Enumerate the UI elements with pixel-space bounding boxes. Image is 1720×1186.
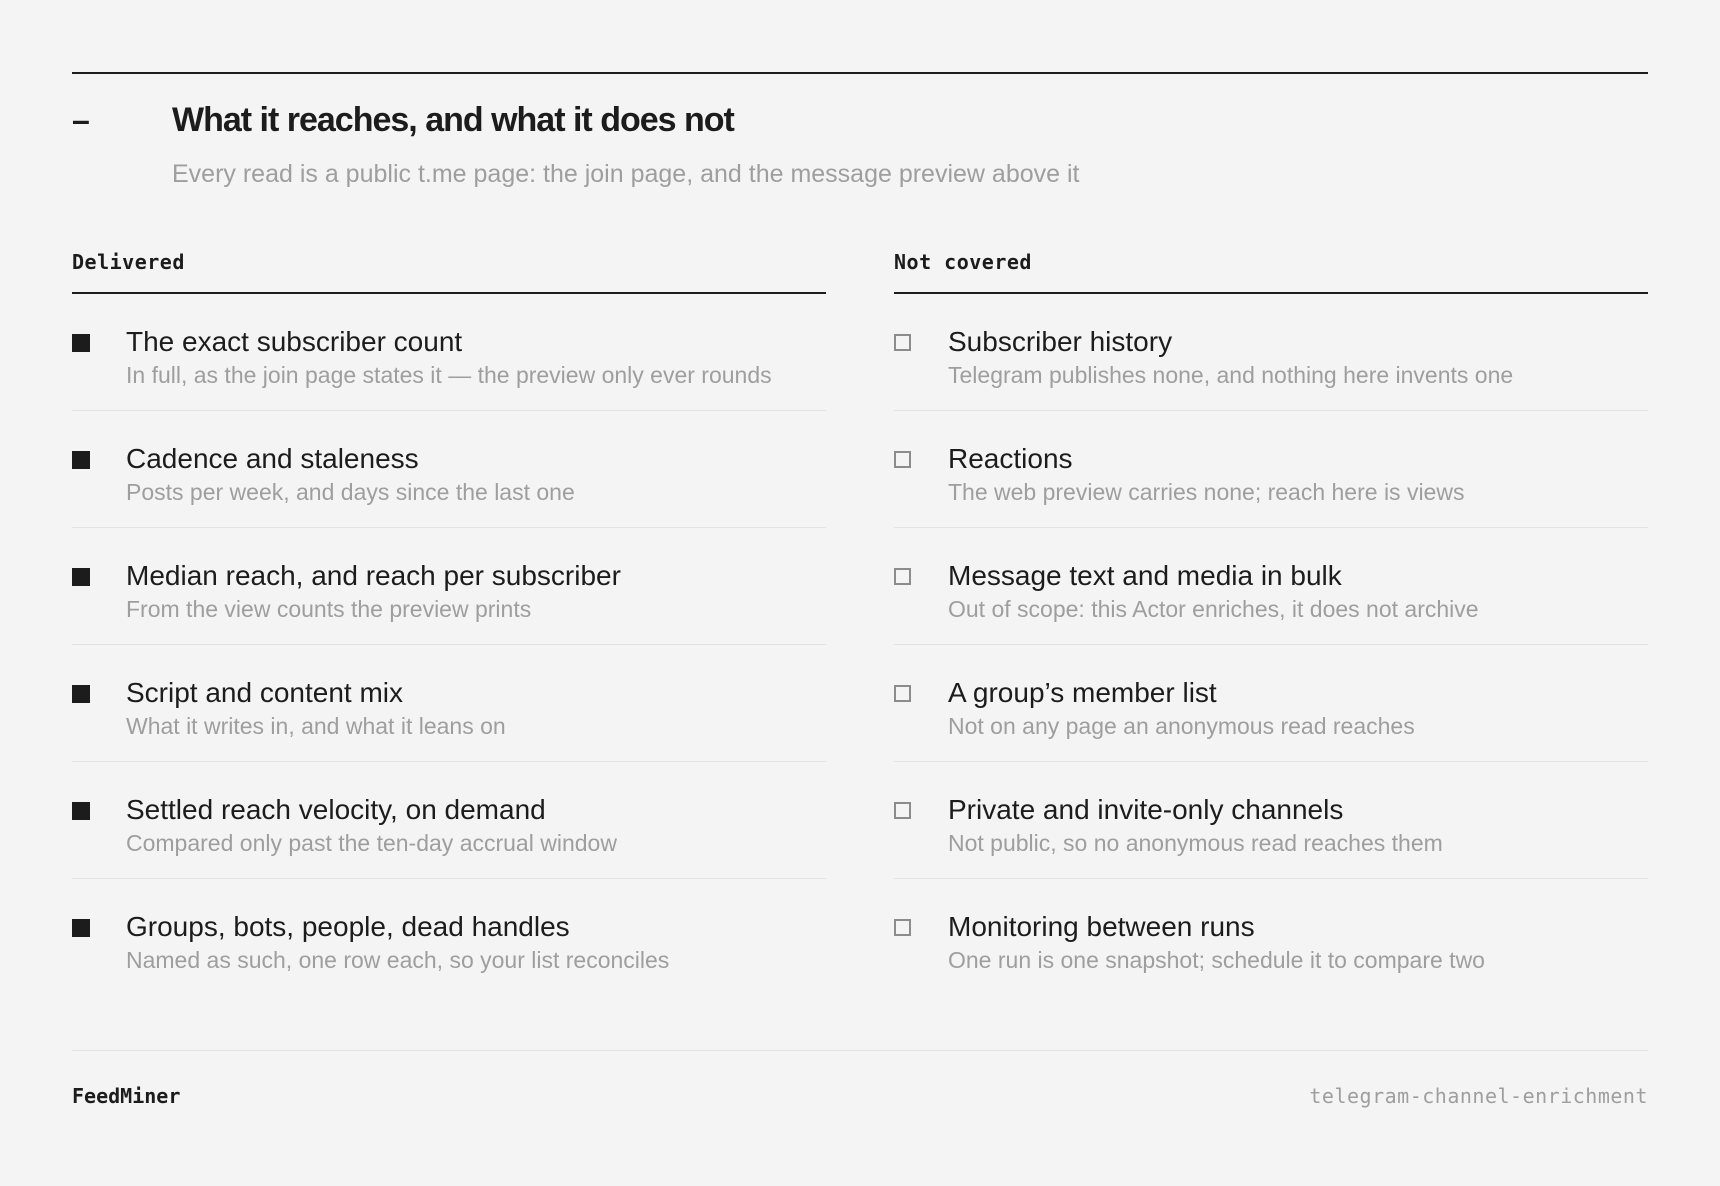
item-title: Script and content mix: [126, 677, 404, 708]
empty-square-icon: [894, 685, 911, 702]
actor-slug: telegram-channel-enrichment: [1309, 1084, 1648, 1108]
brand-name: FeedMiner: [72, 1084, 181, 1108]
list-item: Median reach, and reach per subscriber F…: [72, 528, 826, 645]
list-item: Groups, bots, people, dead handles Named…: [72, 879, 826, 995]
page-title: What it reaches, and what it does not: [172, 101, 735, 139]
filled-square-icon: [72, 451, 90, 469]
item-title: Subscriber history: [948, 326, 1173, 357]
item-title: Groups, bots, people, dead handles: [126, 911, 570, 942]
list-item: Reactions The web preview carries none; …: [894, 411, 1648, 528]
item-description: One run is one snapshot; schedule it to …: [948, 947, 1485, 973]
list-item: Message text and media in bulk Out of sc…: [894, 528, 1648, 645]
item-title: Private and invite-only channels: [948, 794, 1344, 825]
section-heading: – What it reaches, and what it does not: [72, 98, 1648, 144]
empty-square-icon: [894, 334, 911, 351]
item-description: In full, as the join page states it — th…: [126, 362, 772, 388]
list-item: Script and content mix What it writes in…: [72, 645, 826, 762]
list-item: The exact subscriber count In full, as t…: [72, 294, 826, 411]
item-title: The exact subscriber count: [126, 326, 463, 357]
item-description: What it writes in, and what it leans on: [126, 713, 506, 739]
empty-square-icon: [894, 451, 911, 468]
item-description: Compared only past the ten-day accrual w…: [126, 830, 617, 856]
not-covered-column: Not covered Subscriber history Telegram …: [894, 244, 1648, 995]
list-item: Monitoring between runs One run is one s…: [894, 879, 1648, 995]
page-subtitle: Every read is a public t.me page: the jo…: [172, 160, 1080, 188]
item-title: Message text and media in bulk: [948, 560, 1342, 591]
filled-square-icon: [72, 568, 90, 586]
list-item: Cadence and staleness Posts per week, an…: [72, 411, 826, 528]
list-item: Private and invite-only channels Not pub…: [894, 762, 1648, 879]
filled-square-icon: [72, 685, 90, 703]
empty-square-icon: [894, 568, 911, 585]
filled-square-icon: [72, 919, 90, 937]
delivered-column: Delivered The exact subscriber count In …: [72, 244, 826, 995]
item-description: The web preview carries none; reach here…: [948, 479, 1465, 505]
filled-square-icon: [72, 802, 90, 820]
item-title: Reactions: [948, 443, 1073, 474]
item-title: Monitoring between runs: [948, 911, 1255, 942]
item-title: Cadence and staleness: [126, 443, 419, 474]
item-title: A group’s member list: [948, 677, 1217, 708]
delivered-heading: Delivered: [72, 244, 826, 294]
item-description: Posts per week, and days since the last …: [126, 479, 575, 505]
top-rule: [72, 72, 1648, 74]
list-item: A group’s member list Not on any page an…: [894, 645, 1648, 762]
item-description: Not on any page an anonymous read reache…: [948, 713, 1415, 739]
footer: FeedMiner telegram-channel-enrichment: [72, 1082, 1648, 1110]
item-description: Out of scope: this Actor enriches, it do…: [948, 596, 1479, 622]
item-description: Telegram publishes none, and nothing her…: [948, 362, 1514, 388]
list-item: Subscriber history Telegram publishes no…: [894, 294, 1648, 411]
page: – What it reaches, and what it does not …: [72, 72, 1648, 1112]
item-description: From the view counts the preview prints: [126, 596, 532, 622]
empty-square-icon: [894, 802, 911, 819]
item-description: Not public, so no anonymous read reaches…: [948, 830, 1443, 856]
item-title: Settled reach velocity, on demand: [126, 794, 546, 825]
empty-square-icon: [894, 919, 911, 936]
list-item: Settled reach velocity, on demand Compar…: [72, 762, 826, 879]
filled-square-icon: [72, 334, 90, 352]
dash-icon: –: [72, 102, 90, 138]
item-title: Median reach, and reach per subscriber: [126, 560, 621, 591]
not-covered-heading: Not covered: [894, 244, 1648, 294]
footer-divider: [72, 1050, 1648, 1051]
item-description: Named as such, one row each, so your lis…: [126, 947, 670, 973]
coverage-columns: Delivered The exact subscriber count In …: [72, 244, 1648, 995]
